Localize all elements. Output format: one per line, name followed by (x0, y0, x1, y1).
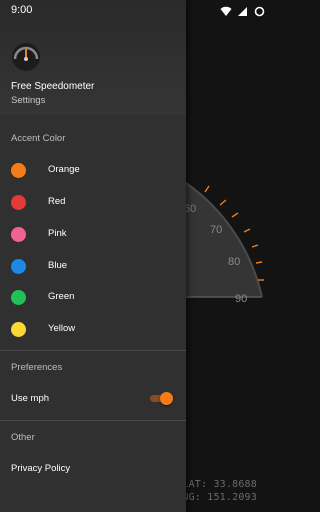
accent-option-blue[interactable]: Blue (0, 250, 186, 282)
gauge-tick (219, 199, 227, 206)
wifi-icon (220, 4, 232, 16)
gauge-tick (243, 228, 251, 233)
color-swatch (11, 163, 26, 178)
accent-option-label: Orange (48, 164, 80, 175)
color-swatch (11, 195, 26, 210)
privacy-policy-item[interactable]: Privacy Policy (0, 456, 186, 480)
preferences-section-title: Preferences (11, 362, 63, 373)
color-swatch (11, 227, 26, 242)
status-time: 9:00 (11, 4, 33, 16)
accent-option-label: Red (48, 196, 66, 207)
accent-option-label: Blue (48, 260, 68, 271)
privacy-policy-label: Privacy Policy (11, 463, 71, 474)
accent-color-section-title: Accent Color (11, 133, 66, 144)
color-swatch (11, 259, 26, 274)
use-mph-toggle[interactable] (150, 392, 174, 405)
gauge-tick (251, 244, 259, 248)
status-icons (220, 4, 265, 17)
gauge-tick (204, 185, 210, 193)
gauge-label-80: 80 (228, 256, 240, 268)
accent-option-label: Green (48, 291, 75, 302)
settings-drawer: Free Speedometer Settings Accent Color O… (0, 0, 186, 512)
accent-option-red[interactable]: Red (0, 186, 186, 218)
accent-option-pink[interactable]: Pink (0, 218, 186, 250)
gauge-label-90: 90 (235, 293, 247, 305)
drawer-subtitle: Settings (11, 95, 46, 106)
gauge-tick (231, 212, 239, 218)
use-mph-row[interactable]: Use mph (0, 386, 186, 410)
accent-option-green[interactable]: Green (0, 281, 186, 313)
use-mph-label: Use mph (11, 393, 50, 404)
ring-icon (254, 4, 265, 17)
gauge-label-70: 70 (210, 224, 222, 236)
accent-option-yellow[interactable]: Yellow (0, 313, 186, 345)
app-name: Free Speedometer (11, 81, 95, 92)
section-divider (0, 350, 186, 351)
signal-icon (237, 4, 248, 16)
speedometer-logo-icon (11, 42, 41, 72)
latitude-readout: LAT: 33.8688 (182, 479, 257, 490)
color-swatch (11, 322, 26, 337)
accent-option-label: Pink (48, 228, 67, 239)
color-swatch (11, 290, 26, 305)
accent-option-orange[interactable]: Orange (0, 154, 186, 186)
section-divider (0, 420, 186, 421)
other-section-title: Other (11, 432, 35, 443)
status-bar: 9:00 (0, 0, 273, 20)
gauge-tick (255, 261, 263, 264)
toggle-thumb (160, 392, 173, 405)
accent-option-label: Yellow (48, 323, 76, 334)
